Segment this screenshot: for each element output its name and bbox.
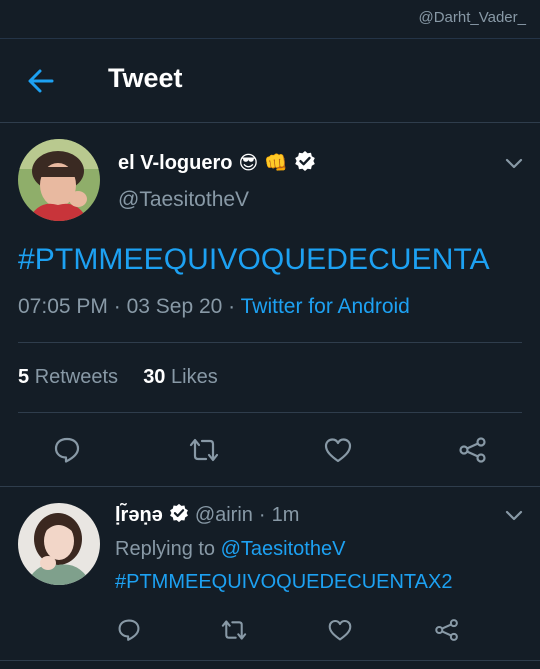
fist-emoji-icon: 👊 [264, 153, 288, 174]
verified-badge-icon [294, 150, 316, 177]
replying-to-mention[interactable]: @TaesitotheV [221, 538, 346, 560]
comment-icon[interactable] [53, 436, 81, 464]
tweet-time: 07:05 PM [18, 295, 108, 318]
tweet-hashtag[interactable]: #PTMMEEQUIVOQUEDECUENTA [18, 243, 490, 277]
share-icon[interactable] [458, 436, 488, 464]
heart-icon[interactable] [323, 436, 353, 464]
divider [0, 660, 540, 661]
chevron-down-icon[interactable] [505, 509, 523, 521]
tweet-meta: 07:05 PM · 03 Sep 20 · Twitter for Andro… [18, 295, 410, 318]
divider [0, 486, 540, 487]
replying-to-line: Replying to @TaesitotheV [115, 538, 345, 561]
likes-stat[interactable]: 30 Likes [143, 366, 218, 388]
watermark-bar: @Darht_Vader_ [0, 0, 540, 39]
retweet-icon[interactable] [188, 436, 220, 464]
comment-icon[interactable] [117, 618, 141, 642]
retweets-stat[interactable]: 5 Retweets [18, 366, 118, 388]
verified-badge-icon [169, 503, 189, 528]
tweet-date: 03 Sep 20 [126, 295, 223, 318]
share-icon[interactable] [434, 618, 460, 642]
likes-count: 30 [143, 366, 166, 388]
reply-author-avatar[interactable] [18, 503, 100, 585]
tweet-source-link[interactable]: Twitter for Android [241, 295, 410, 318]
top-app-bar: Tweet [0, 38, 540, 123]
reply-name-row: ḷr̃əṇə @airin · 1m [115, 503, 300, 528]
chevron-down-icon[interactable] [505, 157, 523, 169]
heart-icon[interactable] [327, 618, 353, 642]
sunglasses-emoji-icon: 😎 [238, 153, 259, 174]
reply-display-name[interactable]: ḷr̃əṇə [115, 504, 163, 527]
retweet-icon[interactable] [220, 618, 248, 642]
watermark-text: @Darht_Vader_ [418, 9, 526, 26]
page-title: Tweet [108, 63, 183, 93]
likes-label: Likes [171, 366, 218, 388]
reply-handle[interactable]: @airin [195, 504, 253, 527]
reply-time: 1m [271, 504, 300, 526]
author-name-row: el V-loguero 😎 👊 [118, 150, 316, 177]
divider [18, 342, 522, 343]
arrow-left-icon[interactable] [26, 66, 56, 96]
author-display-name[interactable]: el V-loguero [118, 152, 232, 175]
replying-to-label: Replying to [115, 538, 216, 560]
divider [18, 412, 522, 413]
retweets-label: Retweets [34, 366, 119, 388]
tweet-stats: 5 Retweets 30 Likes [18, 366, 218, 389]
author-handle[interactable]: @TaesitotheV [118, 188, 249, 212]
reply-hashtag[interactable]: #PTMMEEQUIVOQUEDECUENTAX2 [115, 571, 452, 594]
retweets-count: 5 [18, 366, 30, 388]
author-avatar[interactable] [18, 139, 100, 221]
